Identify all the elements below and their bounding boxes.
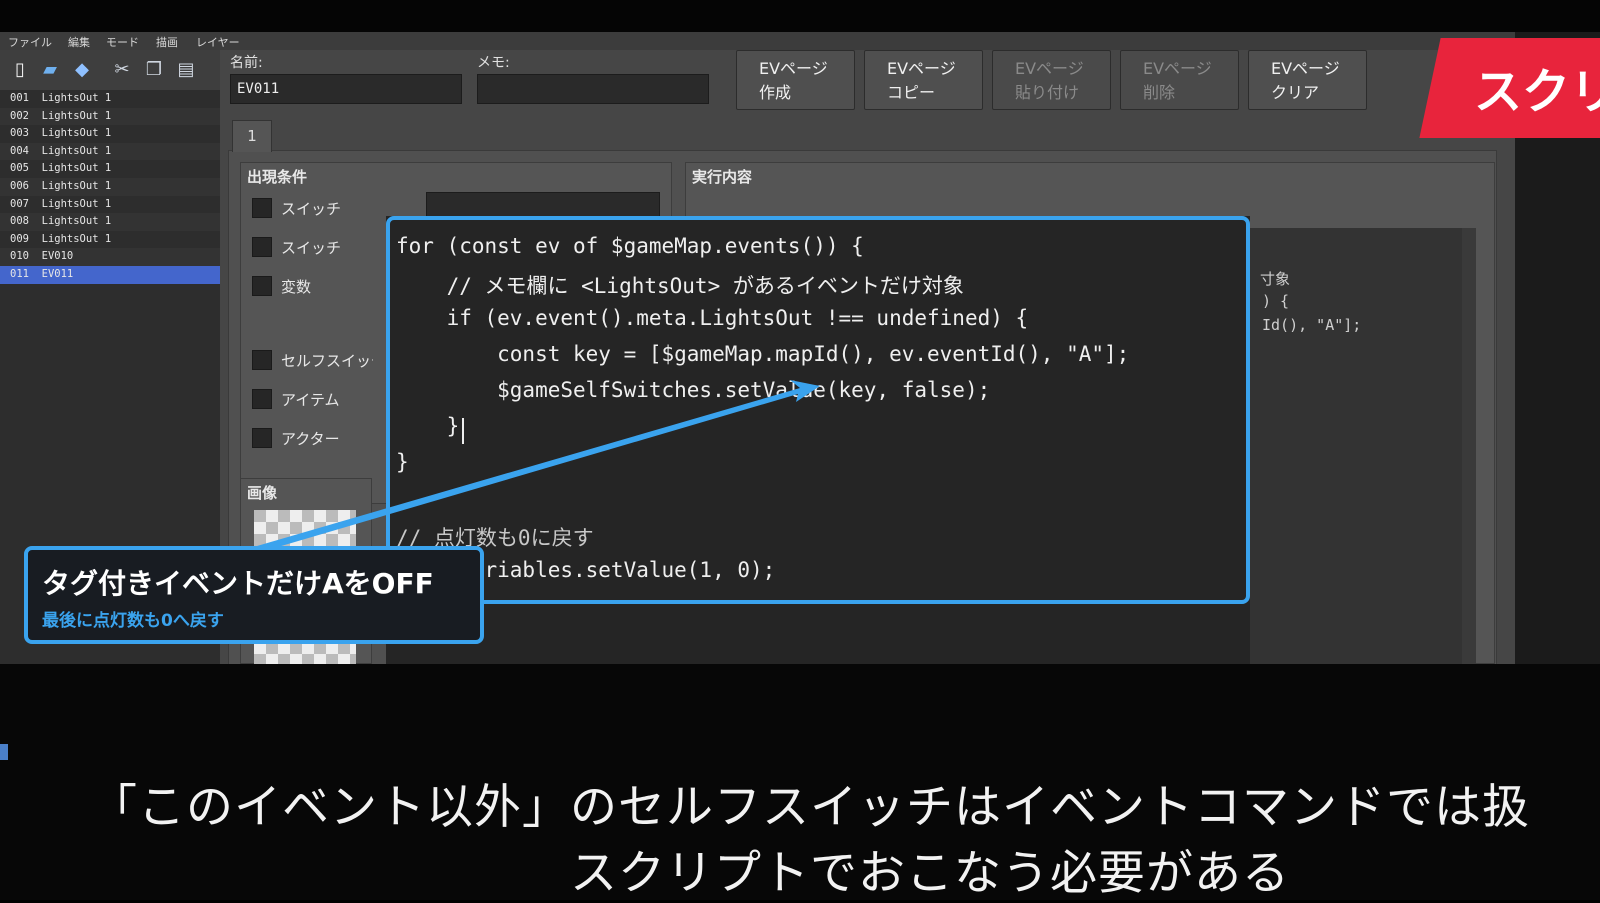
callout-box: タグ付きイベントだけAをOFF 最後に点灯数も0へ戻す bbox=[24, 546, 484, 644]
callout-title: タグ付きイベントだけAをOFF bbox=[42, 567, 434, 600]
arrow-icon bbox=[250, 380, 820, 554]
subtitle-line-2: スクリプトでおこなう必要がある bbox=[570, 846, 1290, 901]
callout-subtitle: 最後に点灯数も0へ戻す bbox=[42, 611, 224, 631]
edge-marker bbox=[0, 744, 8, 760]
script-badge-text: スクリ bbox=[1474, 64, 1600, 120]
subtitle-line-1: 「このイベント以外」のセルフスイッチはイベントコマンドでは扱 bbox=[90, 780, 1530, 835]
